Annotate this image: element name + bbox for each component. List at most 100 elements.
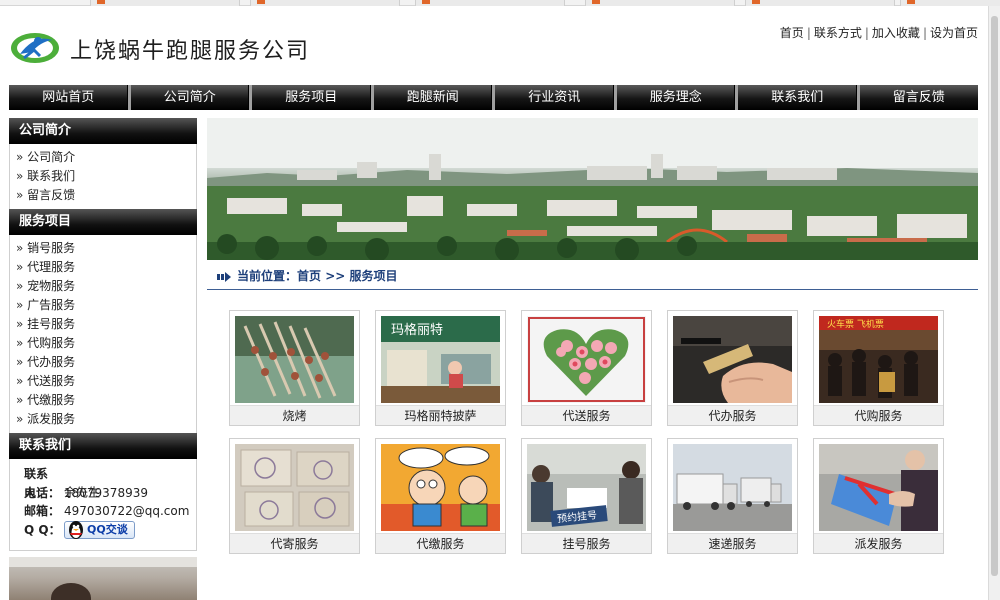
tab-favicon-icon <box>422 0 430 4</box>
contact-qq-label: Q Q： <box>24 522 61 537</box>
sidebar-item-service[interactable]: 挂号服务 <box>16 315 196 334</box>
contact-qq-row: Q Q： QQ交谈 <box>24 521 196 539</box>
sidebar-item-service[interactable]: 代理服务 <box>16 258 196 277</box>
top-link-set-home[interactable]: 设为首页 <box>930 26 978 40</box>
breadcrumb-label: 当前位置： <box>237 269 298 283</box>
product-card[interactable]: 预约挂号 挂号服务 <box>521 438 652 554</box>
contact-email: 497030722@qq.com <box>64 504 190 518</box>
main-nav: 网站首页 公司简介 服务项目 跑腿新闻 行业资讯 服务理念 联系我们 留言反馈 <box>9 85 978 110</box>
product-card[interactable]: 代办服务 <box>667 310 798 426</box>
product-thumbnail <box>235 316 354 403</box>
qq-chat-label: QQ交谈 <box>87 523 128 536</box>
top-link-contact[interactable]: 联系方式 <box>814 26 862 40</box>
breadcrumb-current: 服务项目 <box>349 269 398 283</box>
pizza-shop-sign: 玛格丽特 <box>391 322 443 338</box>
product-name[interactable]: 烧烤 <box>230 405 359 425</box>
product-thumbnail: 火车票 飞机票 <box>819 316 938 403</box>
product-card[interactable]: 烧烤 <box>229 310 360 426</box>
arrow-right-icon <box>217 271 231 282</box>
snail-logo-icon[interactable] <box>10 28 60 66</box>
product-name[interactable]: 派发服务 <box>814 533 943 553</box>
browser-tab[interactable] <box>900 0 1000 6</box>
nav-item-services[interactable]: 服务项目 <box>252 85 374 110</box>
sidebar-heading-contact: 联系我们 <box>9 433 197 459</box>
top-link-home[interactable]: 首页 <box>780 26 804 40</box>
city-banner-image <box>207 118 978 260</box>
product-name[interactable]: 代送服务 <box>522 405 651 425</box>
qq-penguin-icon <box>69 521 83 539</box>
contact-box: 联系人： 余先生 电话： 18079378939 邮箱： 497030722@qq.c… <box>9 459 197 551</box>
product-card[interactable]: 玛格丽特 玛格丽特披萨 <box>375 310 506 426</box>
sidebar-item-service[interactable]: 销号服务 <box>16 239 196 258</box>
nav-item-contact[interactable]: 联系我们 <box>738 85 860 110</box>
product-thumbnail <box>673 444 792 531</box>
contact-person-row: 联系人： 余先生 <box>24 465 196 500</box>
tab-favicon-icon <box>907 0 915 4</box>
qq-chat-button[interactable]: QQ交谈 <box>64 521 135 539</box>
product-name[interactable]: 代购服务 <box>814 405 943 425</box>
sidebar-photo <box>9 557 197 600</box>
product-card[interactable]: 代送服务 <box>521 310 652 426</box>
product-thumbnail <box>381 444 500 531</box>
contact-phone-row: 电话： 18079378939 <box>24 484 196 503</box>
breadcrumb-separator: >> <box>321 269 350 283</box>
nav-item-feedback[interactable]: 留言反馈 <box>860 85 979 110</box>
sidebar-service-links: 销号服务 代理服务 宠物服务 广告服务 挂号服务 代购服务 代办服务 代送服务 … <box>9 235 197 433</box>
product-thumbnail: 玛格丽特 <box>381 316 500 403</box>
browser-tab-strip <box>0 0 1000 6</box>
product-card[interactable]: 速递服务 <box>667 438 798 554</box>
product-card[interactable]: 代寄服务 <box>229 438 360 554</box>
sidebar-item-service[interactable]: 派发服务 <box>16 410 196 429</box>
browser-tab[interactable] <box>250 0 400 6</box>
sidebar-item-about[interactable]: 公司简介 <box>16 148 196 167</box>
product-name[interactable]: 玛格丽特披萨 <box>376 405 505 425</box>
product-card[interactable]: 派发服务 <box>813 438 944 554</box>
sidebar-item-service[interactable]: 代送服务 <box>16 372 196 391</box>
contact-phone-label: 电话： <box>24 485 61 500</box>
top-link-favorite[interactable]: 加入收藏 <box>872 26 920 40</box>
product-name[interactable]: 代办服务 <box>668 405 797 425</box>
product-name[interactable]: 代寄服务 <box>230 533 359 553</box>
sidebar-item-feedback[interactable]: 留言反馈 <box>16 186 196 205</box>
product-name[interactable]: 代缴服务 <box>376 533 505 553</box>
browser-tab[interactable] <box>745 0 895 6</box>
nav-item-news[interactable]: 跑腿新闻 <box>374 85 495 110</box>
contact-email-row: 邮箱： 497030722@qq.com <box>24 502 196 521</box>
breadcrumb-home-link[interactable]: 首页 <box>297 269 321 283</box>
nav-item-philosophy[interactable]: 服务理念 <box>617 85 738 110</box>
breadcrumb: 当前位置：首页 >> 服务项目 <box>207 266 978 290</box>
sidebar-company-links: 公司简介 联系我们 留言反馈 <box>9 144 197 209</box>
divider: | <box>922 26 927 40</box>
product-name[interactable]: 挂号服务 <box>522 533 651 553</box>
product-thumbnail <box>819 444 938 531</box>
product-name[interactable]: 速递服务 <box>668 533 797 553</box>
product-card[interactable]: 代缴服务 <box>375 438 506 554</box>
tab-favicon-icon <box>592 0 600 4</box>
tab-favicon-icon <box>257 0 265 4</box>
product-thumbnail <box>235 444 354 531</box>
nav-item-about[interactable]: 公司简介 <box>131 85 252 110</box>
sidebar-item-contact[interactable]: 联系我们 <box>16 167 196 186</box>
site-title: 上饶蜗牛跑腿服务公司 <box>70 39 311 64</box>
browser-tab[interactable] <box>415 0 565 6</box>
nav-item-home[interactable]: 网站首页 <box>9 85 131 110</box>
tab-favicon-icon <box>97 0 105 4</box>
nav-item-industry[interactable]: 行业资讯 <box>495 85 617 110</box>
ticket-office-sign: 火车票 飞机票 <box>827 318 884 330</box>
contact-email-label: 邮箱： <box>24 504 61 518</box>
product-thumbnail <box>673 316 792 403</box>
top-links: 首页 | 联系方式 | 加入收藏 | 设为首页 <box>780 24 978 41</box>
vertical-scrollbar[interactable] <box>988 6 1000 600</box>
sidebar-item-service[interactable]: 代购服务 <box>16 334 196 353</box>
product-card[interactable]: 火车票 飞机票 代购服务 <box>813 310 944 426</box>
sidebar-item-service[interactable]: 代办服务 <box>16 353 196 372</box>
contact-phone: 18079378939 <box>64 485 148 500</box>
browser-tab[interactable] <box>585 0 735 6</box>
sidebar-item-service[interactable]: 宠物服务 <box>16 277 196 296</box>
sidebar-item-service[interactable]: 广告服务 <box>16 296 196 315</box>
sidebar-heading-services: 服务项目 <box>9 209 197 235</box>
scrollbar-thumb[interactable] <box>991 16 998 576</box>
browser-tab[interactable] <box>90 0 240 6</box>
sidebar-item-service[interactable]: 代缴服务 <box>16 391 196 410</box>
sidebar: 公司简介 公司简介 联系我们 留言反馈 服务项目 销号服务 代理服务 宠物服务 … <box>9 118 197 600</box>
